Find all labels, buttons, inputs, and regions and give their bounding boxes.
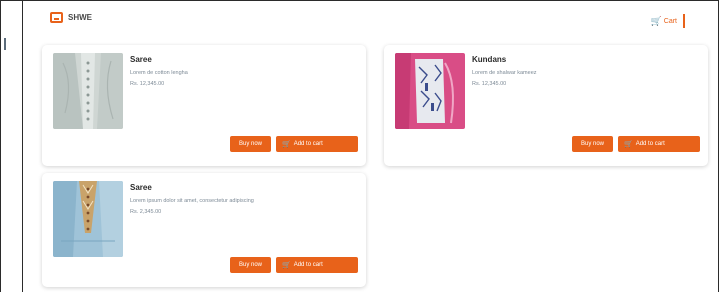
product-photo-saree-white	[53, 53, 123, 129]
add-to-cart-label: Add to cart	[293, 262, 323, 268]
buy-now-button[interactable]: Buy now	[230, 257, 271, 273]
app-header: SHWE 🛒 Cart	[50, 12, 685, 34]
product-image[interactable]	[53, 53, 123, 129]
cart-icon: 🛒	[650, 15, 662, 26]
product-actions: Buy now 🛒 Add to cart	[572, 136, 700, 152]
product-photo-blue-saree	[53, 181, 123, 257]
cart-icon: 🛒	[624, 141, 633, 148]
product-image[interactable]	[395, 53, 465, 129]
brand-name: SHWE	[68, 13, 92, 22]
product-name[interactable]: Saree	[130, 55, 350, 64]
buy-now-button[interactable]: Buy now	[230, 136, 271, 152]
add-to-cart-button[interactable]: 🛒 Add to cart	[276, 136, 358, 152]
cart-icon: 🛒	[282, 262, 291, 269]
product-price: Rs. 12,345.00	[472, 81, 507, 87]
product-name[interactable]: Kundans	[472, 55, 692, 64]
frame-column-divider	[22, 0, 23, 292]
product-description: Lorem de shalwar kameez	[472, 70, 537, 76]
product-card: Saree Lorem ipsum dolor sit amet, consec…	[42, 173, 366, 287]
product-photo-pink-kurta	[395, 53, 465, 129]
cart-divider	[683, 14, 685, 28]
product-info: Saree Lorem de cotton lengha Rs. 12,345.…	[130, 55, 350, 87]
product-price: Rs. 12,345.00	[130, 81, 165, 87]
cart-label: Cart	[663, 17, 677, 25]
header-cart-link[interactable]: 🛒 Cart	[651, 14, 685, 28]
product-actions: Buy now 🛒 Add to cart	[230, 257, 358, 273]
product-info: Saree Lorem ipsum dolor sit amet, consec…	[130, 183, 350, 215]
add-to-cart-label: Add to cart	[293, 141, 323, 147]
frame-top-border	[0, 0, 719, 1]
add-to-cart-button[interactable]: 🛒 Add to cart	[276, 257, 358, 273]
product-card: Kundans Lorem de shalwar kameez Rs. 12,3…	[384, 45, 708, 166]
frame-left-border	[0, 0, 1, 292]
product-card: Saree Lorem de cotton lengha Rs. 12,345.…	[42, 45, 366, 166]
cart-icon: 🛒	[282, 141, 291, 148]
product-price: Rs. 2,345.00	[130, 209, 162, 215]
product-name[interactable]: Saree	[130, 183, 350, 192]
product-description: Lorem de cotton lengha	[130, 70, 188, 76]
add-to-cart-button[interactable]: 🛒 Add to cart	[618, 136, 700, 152]
product-info: Kundans Lorem de shalwar kameez Rs. 12,3…	[472, 55, 692, 87]
product-image[interactable]	[53, 181, 123, 257]
brand-logo[interactable]: SHWE	[50, 12, 92, 23]
product-actions: Buy now 🛒 Add to cart	[230, 136, 358, 152]
buy-now-button[interactable]: Buy now	[572, 136, 613, 152]
side-bracket-mark	[4, 38, 18, 50]
shop-logo-icon	[50, 12, 63, 23]
add-to-cart-label: Add to cart	[635, 141, 665, 147]
product-description: Lorem ipsum dolor sit amet, consectetur …	[130, 198, 254, 204]
